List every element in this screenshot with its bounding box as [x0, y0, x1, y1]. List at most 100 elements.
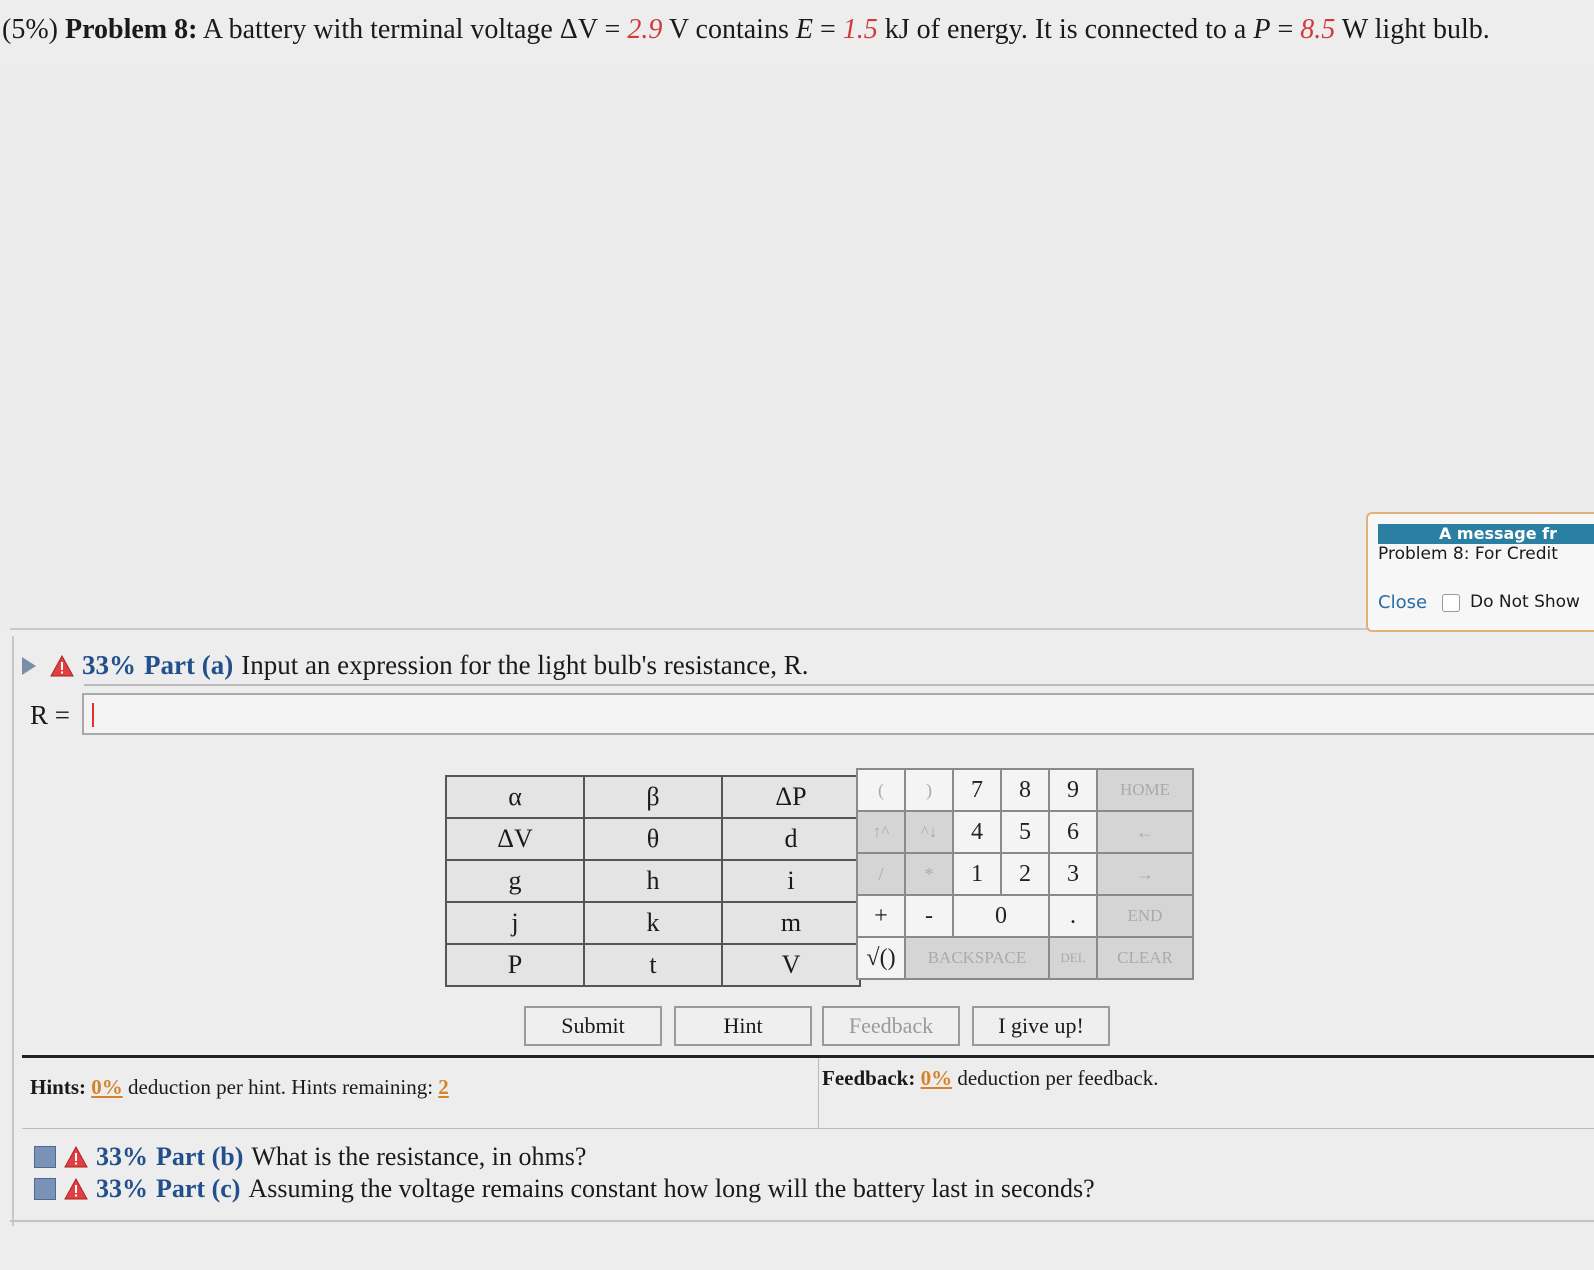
expand-arrow-icon[interactable]: [22, 656, 36, 675]
key-end[interactable]: END: [1098, 896, 1192, 936]
key-4[interactable]: 4: [954, 812, 1000, 852]
problem-figure-area: [0, 70, 1594, 630]
part-c-question: Assuming the voltage remains constant ho…: [248, 1174, 1095, 1203]
key-k[interactable]: k: [583, 901, 723, 945]
problem-label: Problem 8:: [64, 14, 198, 45]
energy-value: 1.5: [842, 14, 878, 45]
right-arrow-icon[interactable]: →: [1098, 854, 1192, 894]
collapse-icon[interactable]: [34, 1178, 56, 1200]
key-v[interactable]: V: [721, 943, 861, 987]
divider: [10, 1220, 1594, 1222]
part-a-percent: 33%: [82, 650, 136, 680]
key-multiply[interactable]: *: [906, 854, 952, 894]
part-a-label: Part (a): [144, 650, 234, 680]
key-up-exponent[interactable]: ↑^: [858, 812, 904, 852]
key-j[interactable]: j: [445, 901, 585, 945]
message-popup: A message fr Problem 8: For Credit Close…: [1366, 512, 1594, 632]
power-value: 8.5: [1300, 14, 1336, 45]
variable-keypad: α β ΔP ΔV θ d g h i j k m P t V: [445, 775, 861, 987]
key-2[interactable]: 2: [1002, 854, 1048, 894]
part-c-header[interactable]: 33% Part (c) Assuming the voltage remain…: [34, 1174, 1095, 1204]
problem-text-2: V contains: [662, 14, 796, 45]
message-body: Problem 8: For Credit: [1378, 544, 1558, 564]
key-5[interactable]: 5: [1002, 812, 1048, 852]
problem-text-6: W light bulb.: [1335, 14, 1490, 45]
key-minus[interactable]: -: [906, 896, 952, 936]
number-keypad: ( ) 7 8 9 HOME ↑^ ^↓ 4 5 6 ← / * 1 2 3 →…: [856, 768, 1194, 980]
part-a-question: Input an expression for the light bulb's…: [241, 650, 809, 680]
key-1[interactable]: 1: [954, 854, 1000, 894]
submit-button[interactable]: Submit: [524, 1006, 662, 1046]
warning-icon: [64, 1146, 88, 1168]
key-m[interactable]: m: [721, 901, 861, 945]
key-clear[interactable]: CLEAR: [1098, 938, 1192, 978]
divider: [10, 628, 1594, 630]
key-9[interactable]: 9: [1050, 770, 1096, 810]
key-divide[interactable]: /: [858, 854, 904, 894]
message-title: A message fr: [1378, 524, 1594, 544]
answer-input[interactable]: [82, 693, 1594, 735]
hints-info: Hints: 0% deduction per hint. Hints rema…: [30, 1075, 449, 1100]
key-t[interactable]: t: [583, 943, 723, 987]
feedback-deduction: 0%: [920, 1066, 953, 1090]
key-plus[interactable]: +: [858, 896, 904, 936]
divider: [84, 684, 1594, 686]
do-not-show-checkbox[interactable]: [1442, 594, 1460, 612]
key-open-paren[interactable]: (: [858, 770, 904, 810]
part-c-label: Part (c): [156, 1174, 241, 1203]
hints-text: deduction per hint. Hints remaining:: [128, 1075, 434, 1099]
key-del[interactable]: DEL: [1050, 938, 1096, 978]
problem-text-5: =: [1270, 14, 1301, 45]
key-7[interactable]: 7: [954, 770, 1000, 810]
feedback-text: deduction per feedback.: [957, 1066, 1159, 1090]
key-down-exponent[interactable]: ^↓: [906, 812, 952, 852]
divider: [22, 1128, 1594, 1129]
key-decimal[interactable]: .: [1050, 896, 1096, 936]
problem-text-4: kJ of energy. It is connected to a: [877, 14, 1254, 45]
energy-var: E: [795, 14, 813, 45]
warning-icon: [50, 654, 74, 676]
feedback-button[interactable]: Feedback: [822, 1006, 960, 1046]
feedback-label: Feedback:: [822, 1066, 916, 1090]
warning-icon: [64, 1178, 88, 1200]
power-var: P: [1253, 14, 1271, 45]
key-p[interactable]: P: [445, 943, 585, 987]
part-b-percent: 33%: [96, 1142, 148, 1171]
problem-text-1: A battery with terminal voltage ΔV =: [202, 14, 628, 45]
key-theta[interactable]: θ: [583, 817, 723, 861]
divider: [22, 1055, 1594, 1058]
part-c-percent: 33%: [96, 1174, 148, 1203]
key-delta-p[interactable]: ΔP: [721, 775, 861, 819]
feedback-info: Feedback: 0% deduction per feedback.: [822, 1066, 1158, 1091]
key-6[interactable]: 6: [1050, 812, 1096, 852]
hint-button[interactable]: Hint: [674, 1006, 812, 1046]
part-b-label: Part (b): [156, 1142, 244, 1171]
part-b-header[interactable]: 33% Part (b) What is the resistance, in …: [34, 1142, 586, 1172]
divider: [818, 1058, 819, 1128]
key-delta-v[interactable]: ΔV: [445, 817, 585, 861]
text-caret: [92, 703, 94, 727]
key-h[interactable]: h: [583, 859, 723, 903]
key-home[interactable]: HOME: [1098, 770, 1192, 810]
key-sqrt[interactable]: √(): [858, 938, 904, 978]
key-8[interactable]: 8: [1002, 770, 1048, 810]
collapse-icon[interactable]: [34, 1146, 56, 1168]
key-i[interactable]: i: [721, 859, 861, 903]
key-3[interactable]: 3: [1050, 854, 1096, 894]
hints-deduction: 0%: [91, 1075, 123, 1099]
problem-text-3: =: [812, 14, 843, 45]
key-d[interactable]: d: [721, 817, 861, 861]
part-b-question: What is the resistance, in ohms?: [251, 1142, 587, 1171]
key-close-paren[interactable]: ): [906, 770, 952, 810]
problem-weight: (5%): [2, 14, 58, 45]
key-beta[interactable]: β: [583, 775, 723, 819]
left-arrow-icon[interactable]: ←: [1098, 812, 1192, 852]
key-g[interactable]: g: [445, 859, 585, 903]
message-close-link[interactable]: Close: [1378, 592, 1427, 613]
key-alpha[interactable]: α: [445, 775, 585, 819]
key-backspace[interactable]: BACKSPACE: [906, 938, 1048, 978]
key-0[interactable]: 0: [954, 896, 1048, 936]
do-not-show-label: Do Not Show: [1470, 592, 1580, 612]
give-up-button[interactable]: I give up!: [972, 1006, 1110, 1046]
hints-remaining: 2: [438, 1075, 449, 1099]
